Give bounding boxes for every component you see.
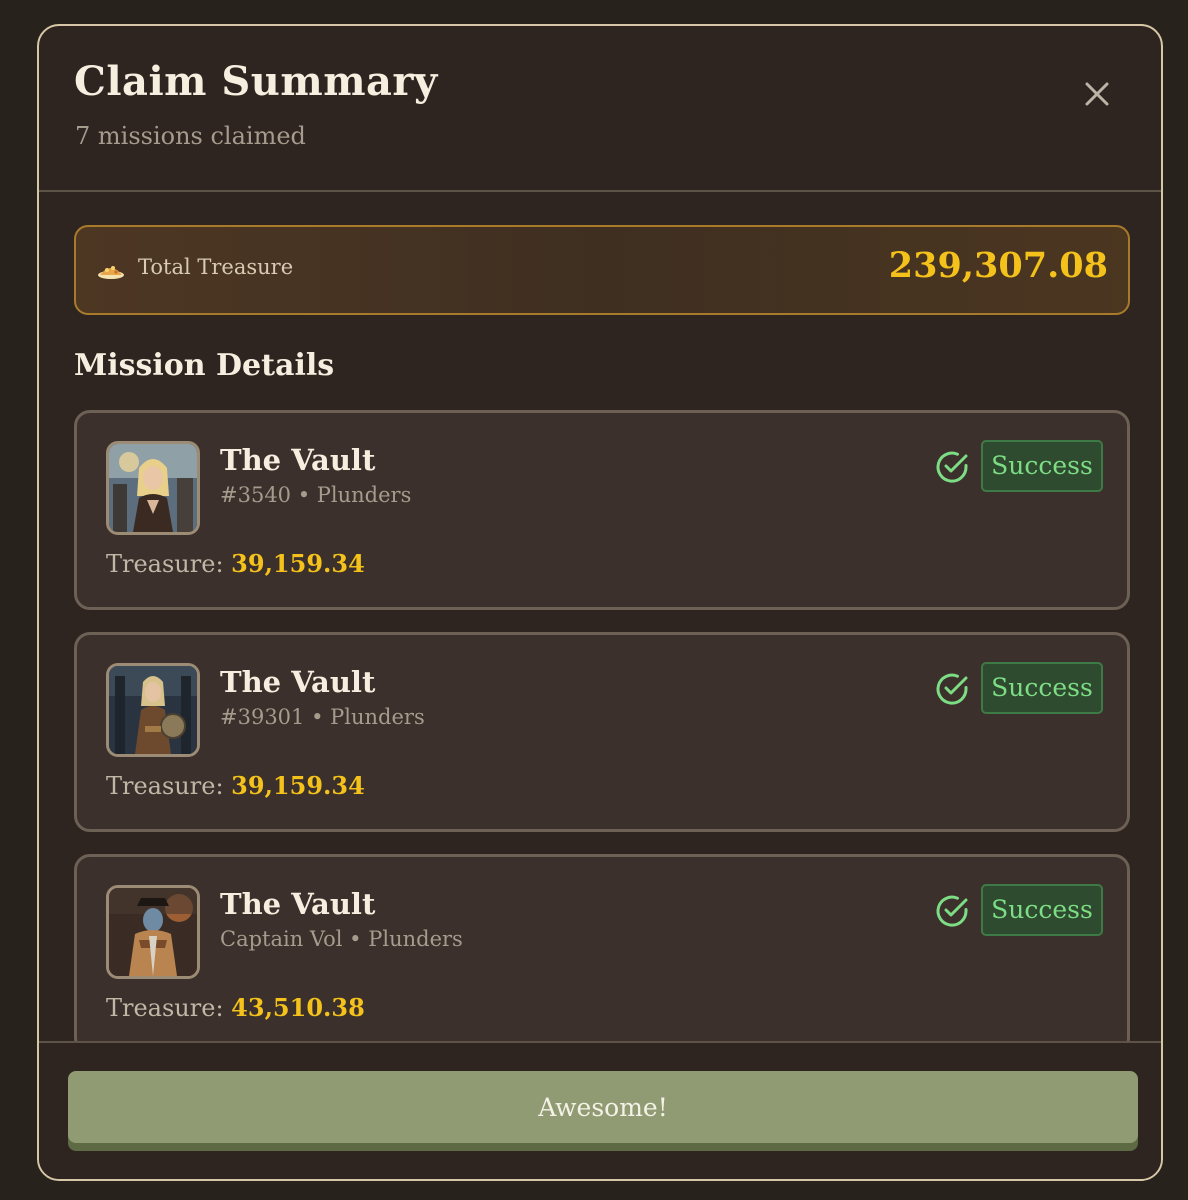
total-treasure-value: 239,307.08 <box>888 245 1108 286</box>
close-icon <box>1085 82 1109 106</box>
mission-details-heading: Mission Details <box>74 348 335 383</box>
mission-avatar <box>106 663 200 757</box>
mission-meta: #3540 • Plunders <box>220 483 412 507</box>
mission-treasure-label: Treasure: <box>106 772 224 800</box>
modal-header: Claim Summary 7 missions claimed <box>39 26 1161 192</box>
check-circle-icon <box>936 673 968 705</box>
mission-avatar <box>106 441 200 535</box>
mission-treasure: Treasure: 43,510.38 <box>106 993 365 1022</box>
mission-treasure-value: 39,159.34 <box>231 549 365 578</box>
total-treasure-panel: Total Treasure 239,307.08 <box>74 225 1130 315</box>
check-circle-icon <box>936 895 968 927</box>
mission-treasure-label: Treasure: <box>106 994 224 1022</box>
mission-meta: Captain Vol • Plunders <box>220 927 463 951</box>
status-badge: Success <box>981 440 1103 492</box>
awesome-button[interactable]: Awesome! <box>68 1071 1138 1143</box>
mission-card: The Vault Captain Vol • Plunders Success… <box>74 854 1130 1043</box>
mission-card: The Vault #3540 • Plunders Success Treas… <box>74 410 1130 610</box>
check-circle-icon <box>936 451 968 483</box>
treasure-pile-icon <box>98 266 124 279</box>
mission-list: The Vault #3540 • Plunders Success Treas… <box>74 410 1130 1043</box>
mission-treasure-value: 43,510.38 <box>231 993 365 1022</box>
mission-treasure-label: Treasure: <box>106 550 224 578</box>
mission-treasure-value: 39,159.34 <box>231 771 365 800</box>
mission-meta: #39301 • Plunders <box>220 705 425 729</box>
pirate-portrait-captain <box>109 888 197 976</box>
mission-name: The Vault <box>220 887 376 921</box>
mission-name: The Vault <box>220 665 376 699</box>
mission-avatar <box>106 885 200 979</box>
status-badge: Success <box>981 884 1103 936</box>
mission-card: The Vault #39301 • Plunders Success Trea… <box>74 632 1130 832</box>
status-badge: Success <box>981 662 1103 714</box>
claim-summary-modal: Claim Summary 7 missions claimed Total T… <box>37 24 1163 1181</box>
modal-footer: Awesome! <box>39 1041 1161 1179</box>
modal-title: Claim Summary <box>74 58 438 105</box>
total-treasure-label: Total Treasure <box>138 255 294 279</box>
pirate-portrait-blonde <box>109 444 197 532</box>
close-button[interactable] <box>1077 74 1117 114</box>
missions-claimed-count: 7 missions claimed <box>75 122 306 150</box>
pirate-portrait-warrior <box>109 666 197 754</box>
mission-treasure: Treasure: 39,159.34 <box>106 549 365 578</box>
mission-name: The Vault <box>220 443 376 477</box>
modal-body[interactable]: Total Treasure 239,307.08 Mission Detail… <box>39 190 1161 1043</box>
mission-treasure: Treasure: 39,159.34 <box>106 771 365 800</box>
